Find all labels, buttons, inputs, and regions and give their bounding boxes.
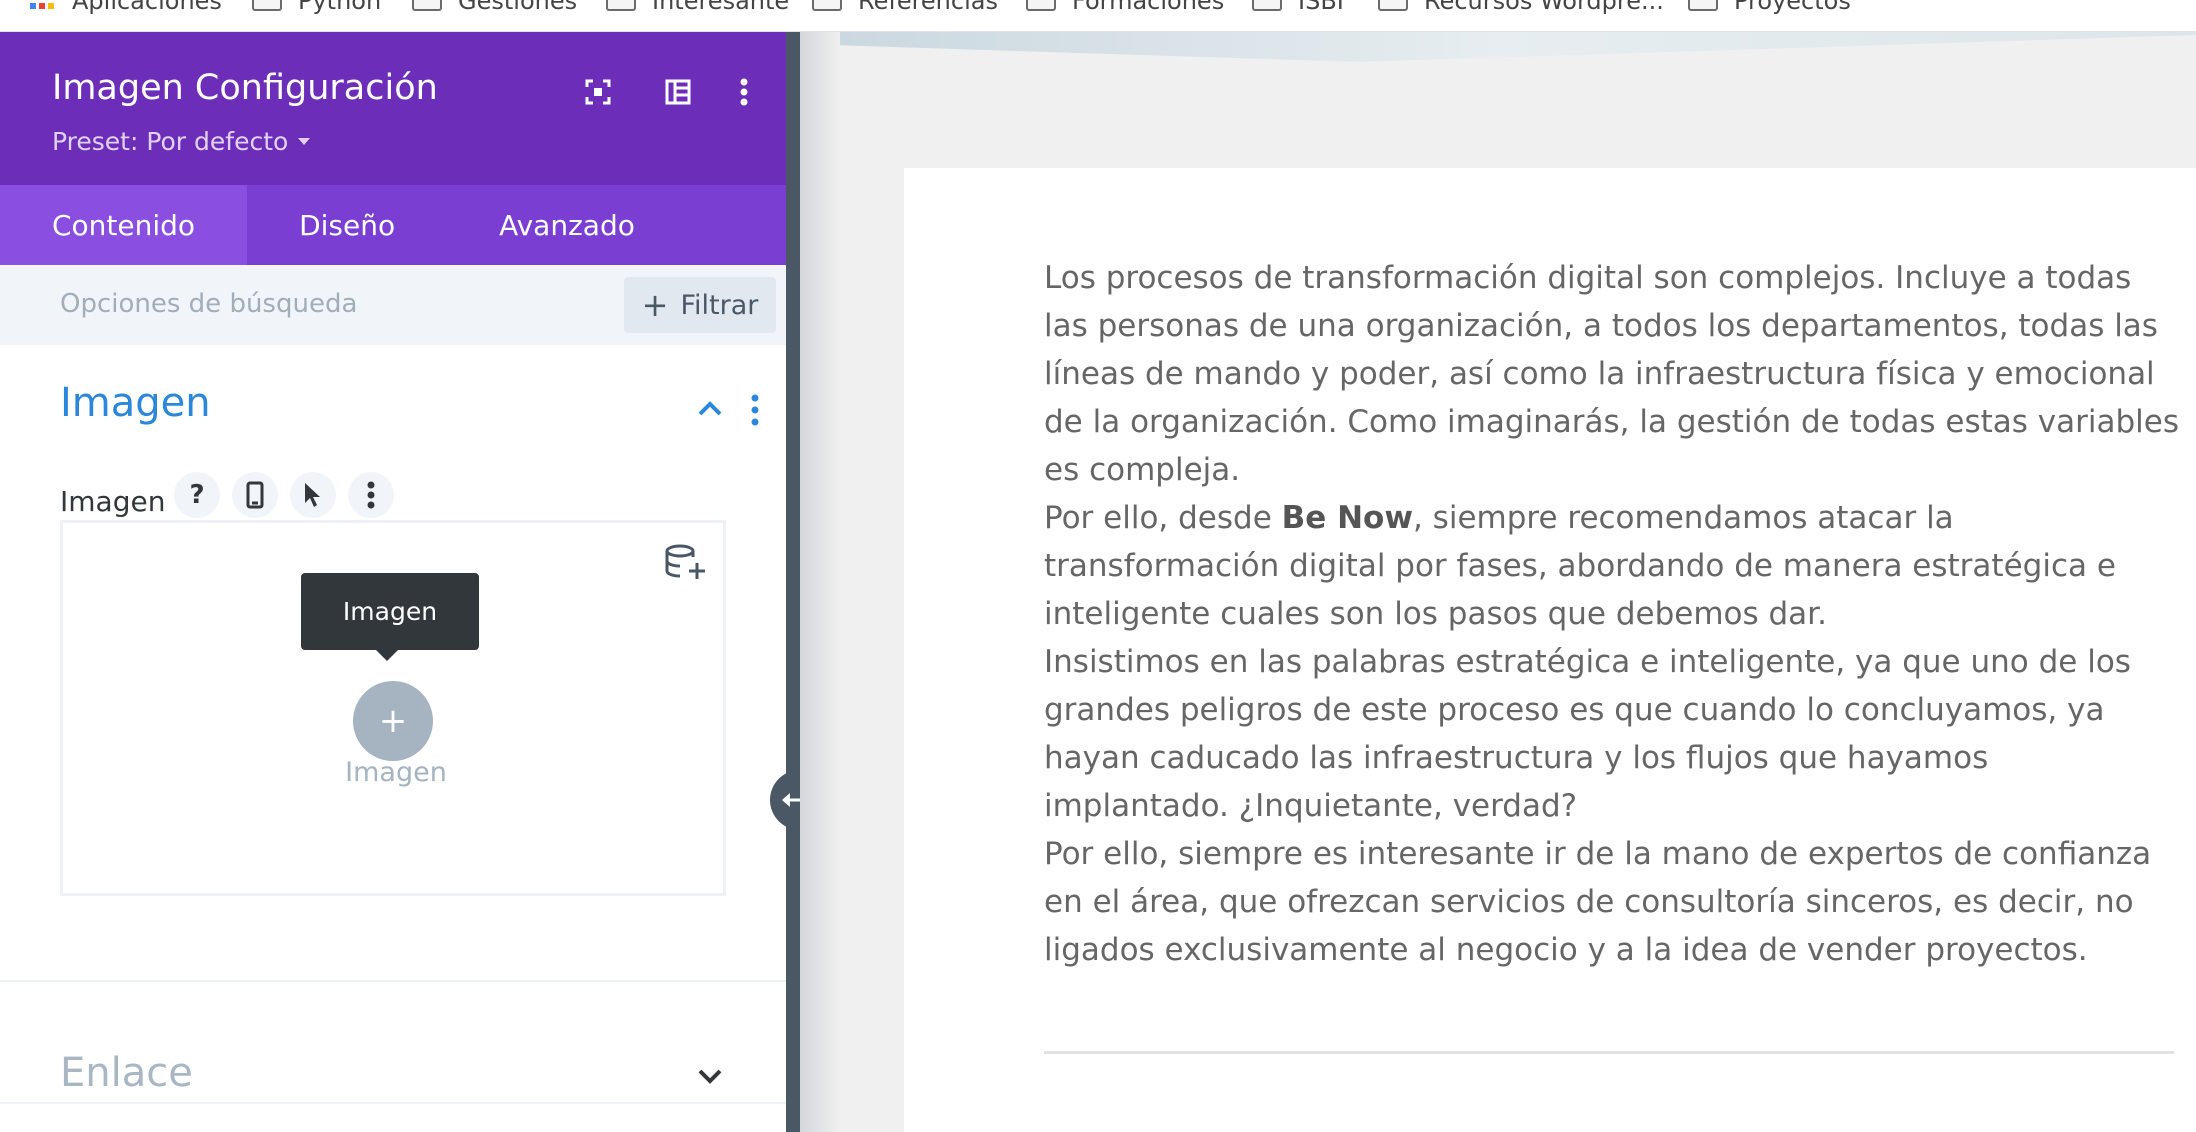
field-label-imagen: Imagen	[60, 485, 166, 518]
more-options-button[interactable]	[724, 72, 764, 112]
tab-avanzado[interactable]: Avanzado	[447, 185, 687, 265]
bookmark-proyectos[interactable]: Proyectos	[1688, 0, 1851, 16]
bookmark-label: Interesante	[652, 0, 790, 15]
tab-contenido[interactable]: Contenido	[0, 185, 248, 265]
bookmark-formaciones[interactable]: Formaciones	[1026, 0, 1224, 16]
search-input[interactable]: Opciones de búsqueda	[60, 289, 357, 319]
bookmark-label: Referencias	[858, 0, 998, 15]
content-card: Los procesos de transformación digital s…	[904, 168, 2196, 1132]
filter-button[interactable]: + Filtrar	[624, 277, 776, 333]
paragraph: Por ello, desde Be Now, siempre recomend…	[1044, 500, 2116, 632]
divider	[0, 1102, 786, 1104]
preset-selector[interactable]: Preset: Por defecto	[52, 127, 311, 156]
plus-icon: +	[378, 701, 408, 741]
bookmark-label: Python	[298, 0, 382, 15]
bookmark-isbi[interactable]: ISBI	[1252, 0, 1344, 16]
brand-name: Be Now	[1281, 500, 1413, 536]
chevron-up-icon[interactable]	[692, 390, 728, 426]
chevron-down-icon[interactable]	[692, 1058, 728, 1094]
search-row: Opciones de búsqueda + Filtrar	[0, 265, 786, 345]
bookmark-label: ISBI	[1298, 0, 1344, 15]
image-upload-box[interactable]: Imagen + Imagen	[60, 520, 726, 896]
bookmarks-bar: Aplicaciones Python Gestiones Interesant…	[0, 0, 2196, 32]
bookmark-python[interactable]: Python	[252, 0, 381, 16]
section-title-imagen[interactable]: Imagen	[60, 380, 211, 426]
panel-title: Imagen Configuración	[52, 68, 438, 108]
page-preview: Los procesos de transformación digital s…	[800, 32, 2196, 1132]
bookmark-label: Aplicaciones	[72, 0, 222, 15]
divider	[0, 980, 786, 982]
panel-tabs: Contenido Diseño Avanzado	[0, 185, 800, 265]
folder-icon	[1378, 0, 1408, 11]
fullscreen-button[interactable]	[578, 72, 618, 112]
tooltip: Imagen	[301, 573, 479, 650]
filter-label: Filtrar	[680, 289, 759, 321]
more-vertical-icon	[740, 78, 748, 106]
more-vertical-icon	[367, 481, 375, 509]
columns-button[interactable]	[658, 72, 698, 112]
preview-shadow	[800, 32, 840, 1132]
help-icon: ?	[189, 480, 205, 510]
hero-image-edge	[800, 32, 2196, 62]
add-image-button[interactable]: +	[353, 681, 433, 761]
bookmark-label: Formaciones	[1072, 0, 1225, 15]
settings-panel: Imagen Configuración Preset: Por defecto…	[0, 32, 800, 1132]
folder-icon	[1688, 0, 1718, 11]
help-button[interactable]: ?	[174, 472, 220, 518]
paragraph: Por ello, siempre es interesante ir de l…	[1044, 836, 2152, 968]
panel-header: Imagen Configuración Preset: Por defecto	[0, 32, 800, 185]
more-vertical-icon[interactable]	[740, 392, 770, 428]
upload-label: Imagen	[345, 757, 447, 788]
bookmark-interesante[interactable]: Interesante	[606, 0, 789, 16]
bookmark-recursos-wordpress[interactable]: Recursos Wordpre...	[1378, 0, 1664, 16]
apps-grid-icon	[30, 0, 56, 11]
bookmark-gestiones[interactable]: Gestiones	[412, 0, 577, 16]
folder-icon	[1252, 0, 1282, 11]
responsive-button[interactable]	[232, 472, 278, 518]
article-text: Los procesos de transformación digital s…	[1044, 254, 2179, 974]
mobile-icon	[246, 481, 264, 509]
bookmark-label: Proyectos	[1734, 0, 1851, 15]
bookmark-apps[interactable]: Aplicaciones	[30, 0, 222, 16]
folder-icon	[252, 0, 282, 11]
folder-icon	[412, 0, 442, 11]
columns-icon	[665, 79, 691, 105]
cursor-icon	[305, 483, 320, 507]
fullscreen-icon	[585, 79, 611, 105]
paragraph: Los procesos de transformación digital s…	[1044, 260, 2179, 488]
dynamic-content-icon[interactable]	[663, 543, 707, 583]
hover-button[interactable]	[290, 472, 336, 518]
bookmark-referencias[interactable]: Referencias	[812, 0, 998, 16]
preset-label: Preset: Por defecto	[52, 127, 289, 156]
bookmark-label: Gestiones	[458, 0, 578, 15]
folder-icon	[1026, 0, 1056, 11]
tab-diseno[interactable]: Diseño	[247, 185, 447, 265]
bookmark-label: Recursos Wordpre...	[1424, 0, 1664, 15]
paragraph: Insistimos en las palabras estratégica e…	[1044, 644, 2131, 824]
plus-icon: +	[641, 286, 669, 324]
folder-icon	[812, 0, 842, 11]
divider	[1044, 1051, 2174, 1054]
panel-splitter[interactable]	[786, 32, 800, 1132]
field-options-button[interactable]	[348, 472, 394, 518]
section-title-enlace[interactable]: Enlace	[60, 1050, 193, 1096]
tooltip-arrow	[375, 649, 399, 661]
folder-icon	[606, 0, 636, 11]
caret-down-icon	[298, 138, 311, 145]
